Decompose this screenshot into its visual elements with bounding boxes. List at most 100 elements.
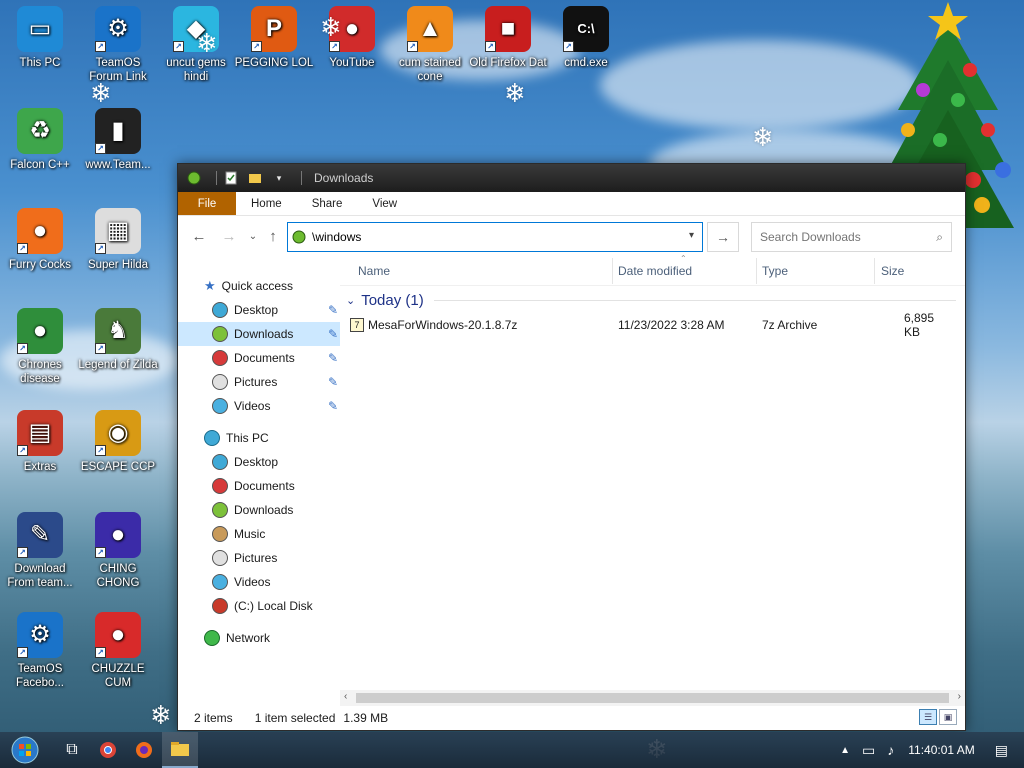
back-arrow-icon[interactable]: ←: [188, 225, 210, 247]
desktop-icon[interactable]: ▦ ↗ Super Hilda: [78, 208, 158, 272]
desktop-icon-label: Super Hilda: [87, 259, 149, 271]
shortcut-arrow-icon: ↗: [95, 647, 106, 658]
search-input[interactable]: [760, 230, 920, 244]
this-pc-item[interactable]: Music: [178, 522, 340, 546]
archive-file-icon: 7: [350, 318, 364, 332]
shortcut-arrow-icon: ↗: [95, 143, 106, 154]
pin-icon[interactable]: ✎: [328, 375, 338, 389]
forward-arrow-icon[interactable]: →: [218, 225, 240, 247]
desktop-icon[interactable]: ■ ↗ Old Firefox Dat: [468, 6, 548, 70]
chrome-icon[interactable]: [90, 732, 126, 768]
volume-icon[interactable]: ♪: [887, 742, 894, 758]
this-pc-item[interactable]: Desktop: [178, 450, 340, 474]
desktop-icon[interactable]: ◉ ↗ ESCAPE CCP: [78, 410, 158, 474]
desktop-icon[interactable]: ● ↗ Furry Cocks: [0, 208, 80, 272]
table-row[interactable]: 7 MesaForWindows-20.1.8.7z 11/23/2022 3:…: [350, 311, 950, 339]
pin-icon[interactable]: ✎: [328, 303, 338, 317]
this-pc-item[interactable]: Documents: [178, 474, 340, 498]
start-button[interactable]: [0, 732, 50, 768]
column-divider[interactable]: [756, 258, 757, 284]
file-name: MesaForWindows-20.1.8.7z: [368, 318, 518, 332]
this-pc-item-label: Pictures: [234, 551, 278, 565]
up-arrow-icon[interactable]: ↑: [262, 225, 284, 247]
desktop-icon[interactable]: ● ↗ CHING CHONG: [78, 512, 158, 590]
notifications-icon[interactable]: ▤: [995, 742, 1008, 759]
group-header-today[interactable]: ⌄ Today (1): [346, 292, 956, 309]
status-size: 1.39 MB: [343, 711, 389, 725]
network-tray-icon[interactable]: ▭: [862, 742, 875, 759]
quick-access-item[interactable]: Videos ✎: [178, 394, 340, 418]
desktop-icon[interactable]: ✎ ↗ Download From team...: [0, 512, 80, 590]
column-name[interactable]: Name: [358, 264, 390, 278]
this-pc-item[interactable]: Downloads: [178, 498, 340, 522]
quick-access-item[interactable]: Desktop ✎: [178, 298, 340, 322]
clock[interactable]: 11:40:01 AM: [908, 743, 975, 757]
desktop-icon[interactable]: C:\ ↗ cmd.exe: [546, 6, 626, 70]
address-dropdown-icon[interactable]: ▾: [689, 230, 694, 241]
search-box[interactable]: ⌕: [751, 222, 952, 252]
desktop-icon[interactable]: ⚙ ↗ TeamOS Forum Link: [78, 6, 158, 84]
large-icons-view-icon[interactable]: ▣: [939, 709, 957, 725]
desktop-icon[interactable]: P ↗ PEGGING LOL: [234, 6, 314, 70]
tab-file[interactable]: File: [178, 192, 236, 215]
tab-view[interactable]: View: [357, 192, 412, 215]
new-folder-icon[interactable]: [247, 170, 263, 186]
location-icon: [212, 398, 228, 414]
go-arrow-icon[interactable]: →: [707, 222, 739, 252]
address-input[interactable]: [312, 230, 672, 244]
quick-access-item[interactable]: Downloads ✎: [178, 322, 340, 346]
details-view-icon[interactable]: ☰: [919, 709, 937, 725]
file-size: 6,895 KB: [904, 311, 935, 339]
show-hidden-icons-chevron-icon[interactable]: ▲: [840, 745, 850, 756]
desktop-icon[interactable]: ♞ ↗ Legend of Zilda: [78, 308, 158, 372]
status-selected: 1 item selected: [254, 711, 336, 725]
desktop-icon[interactable]: ▲ ↗ cum stained cone: [390, 6, 470, 84]
tab-share[interactable]: Share: [297, 192, 358, 215]
scrollbar-thumb[interactable]: [356, 693, 949, 703]
group-collapse-chevron-icon[interactable]: ⌄: [346, 294, 355, 307]
this-pc-item[interactable]: Pictures: [178, 546, 340, 570]
task-view-icon[interactable]: ⧉: [54, 732, 90, 768]
file-explorer-icon[interactable]: [162, 732, 198, 768]
column-divider[interactable]: [612, 258, 613, 284]
pin-icon[interactable]: ✎: [328, 327, 338, 341]
nav-quick-access[interactable]: ★ Quick access: [178, 274, 340, 298]
firefox-icon[interactable]: [126, 732, 162, 768]
horizontal-scrollbar[interactable]: ‹ ›: [340, 690, 965, 706]
desktop-icon[interactable]: ● ↗ Chrones disease: [0, 308, 80, 386]
nav-network[interactable]: Network: [178, 626, 340, 650]
recent-locations-chevron-icon[interactable]: ⌄: [242, 225, 264, 247]
nav-this-pc[interactable]: This PC: [178, 426, 340, 450]
desktop-icon[interactable]: ▮ ↗ www.Team...: [78, 108, 158, 172]
desktop-icon[interactable]: ⚙ ↗ TeamOS Facebo...: [0, 612, 80, 690]
desktop-icon-image: ● ↗: [17, 308, 63, 354]
column-divider[interactable]: [874, 258, 875, 284]
quick-access-item[interactable]: Documents ✎: [178, 346, 340, 370]
this-pc-item[interactable]: (C:) Local Disk: [178, 594, 340, 618]
status-item-count: 2 items: [194, 711, 233, 725]
desktop-icon[interactable]: ▭ This PC: [0, 6, 80, 70]
column-type[interactable]: Type: [762, 264, 788, 278]
location-icon: [212, 454, 228, 470]
chevron-down-icon[interactable]: ▾: [271, 170, 287, 186]
pin-icon[interactable]: ✎: [328, 399, 338, 413]
pin-icon[interactable]: ✎: [328, 351, 338, 365]
desktop-icon[interactable]: ● ↗ CHUZZLE CUM: [78, 612, 158, 690]
column-size[interactable]: Size: [881, 264, 904, 278]
this-pc-item[interactable]: Videos: [178, 570, 340, 594]
desktop-icon[interactable]: ♻ Falcon C++: [0, 108, 80, 172]
scroll-right-arrow-icon[interactable]: ›: [958, 691, 961, 702]
snowflake-decoration: ❄: [752, 122, 774, 152]
desktop-icon[interactable]: ▤ ↗ Extras: [0, 410, 80, 474]
tab-home[interactable]: Home: [236, 192, 297, 215]
search-icon[interactable]: ⌕: [936, 230, 943, 245]
file-name-cell: 7 MesaForWindows-20.1.8.7z: [350, 318, 517, 332]
window-title: Downloads: [314, 171, 374, 185]
quick-access-item-label: Downloads: [234, 327, 294, 341]
column-date-modified[interactable]: Date modified: [618, 264, 692, 278]
quick-access-item[interactable]: Pictures ✎: [178, 370, 340, 394]
desktop-icon-label: cum stained cone: [398, 57, 461, 83]
properties-icon[interactable]: [223, 170, 239, 186]
scroll-left-arrow-icon[interactable]: ‹: [344, 691, 347, 702]
address-bar[interactable]: ▾: [287, 222, 703, 252]
